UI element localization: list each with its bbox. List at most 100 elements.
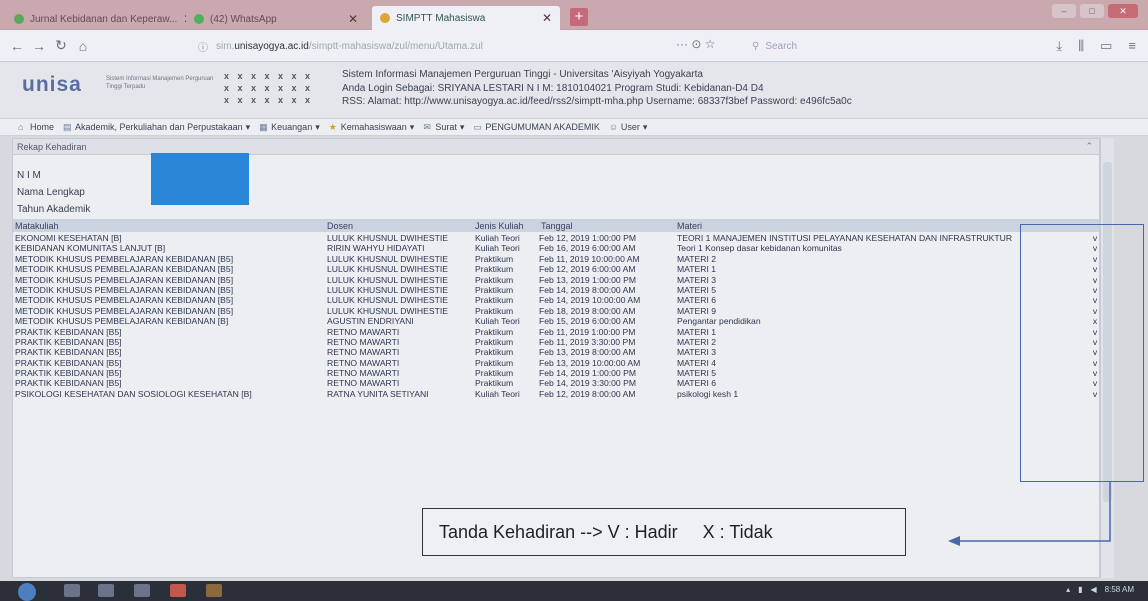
cell-jenis-kuliah: Praktikum: [475, 347, 514, 358]
column-header-matakuliah[interactable]: Matakuliah: [15, 221, 335, 231]
table-row: METODIK KHUSUS PEMBELAJARAN KEBIDANAN [B…: [13, 295, 1099, 305]
browser-tab-simptt[interactable]: SIMPTT Mahasiswa ✕: [372, 6, 560, 30]
url-field[interactable]: ⓘ sim. unisayogya.ac.id /simptt-mahasisw…: [198, 36, 838, 56]
library-icon[interactable]: ⫼: [1078, 38, 1084, 54]
menu-label: PENGUMUMAN AKADEMIK: [485, 122, 600, 132]
cell-matakuliah: METODIK KHUSUS PEMBELAJARAN KEBIDANAN [B…: [15, 295, 234, 306]
forward-icon[interactable]: →: [28, 38, 50, 54]
reload-icon[interactable]: ↻: [50, 37, 72, 54]
clock[interactable]: 8:58 AM: [1105, 585, 1134, 594]
volume-icon[interactable]: ◀: [1090, 585, 1096, 594]
table-row: METODIK KHUSUS PEMBELAJARAN KEBIDANAN [B…: [13, 285, 1099, 295]
leaf-favicon-icon: [14, 14, 24, 24]
menu-icon[interactable]: ≡: [1128, 38, 1136, 54]
collapse-icon[interactable]: ⌃: [1085, 141, 1093, 152]
cell-matakuliah: METODIK KHUSUS PEMBELAJARAN KEBIDANAN [B…: [15, 305, 234, 316]
cell-dosen: LULUK KHUSNUL DWIHESTIE: [327, 233, 448, 243]
cell-jenis-kuliah: Praktikum: [475, 284, 514, 295]
column-header-jenis-kuliah[interactable]: Jenis Kuliah: [475, 221, 545, 231]
tray-up-icon[interactable]: ▴: [1066, 585, 1070, 594]
cell-tanggal: Feb 14, 2019 1:00:00 PM: [539, 368, 636, 379]
cell-tanggal: Feb 15, 2019 6:00:00 AM: [539, 316, 636, 327]
cell-matakuliah: PSIKOLOGI KESEHATAN DAN SOSIOLOGI KESEHA…: [15, 388, 252, 399]
network-icon[interactable]: ▮: [1078, 585, 1082, 594]
close-icon[interactable]: ✕: [542, 11, 552, 25]
url-host: unisayogya.ac.id: [234, 40, 309, 52]
start-button[interactable]: [18, 583, 36, 601]
taskbar-app-icon[interactable]: [134, 584, 150, 597]
browser-tab-strip: Jurnal Kebidanan dan Keperaw... ✕ (42) W…: [0, 0, 1148, 30]
decorative-pattern: x x x x x x xx x x x x x xx x x x x x x: [224, 71, 314, 105]
announce-icon: ▭: [473, 121, 482, 132]
taskbar-app-icon[interactable]: [98, 584, 114, 597]
menu-item-kemahasiswaan[interactable]: ★ Kemahasiswaan ▾: [329, 122, 415, 133]
cell-tanggal: Feb 14, 2019 8:00:00 AM: [539, 284, 636, 295]
search-input[interactable]: ⚲ Search: [752, 36, 952, 56]
cell-dosen: LULUK KHUSNUL DWIHESTIE: [327, 274, 448, 285]
main-menu: ⌂ Home ▤ Akademik, Perkuliahan dan Perpust…: [0, 118, 1148, 136]
search-icon: ⚲: [752, 40, 760, 52]
cell-jenis-kuliah: Praktikum: [475, 368, 514, 379]
menu-item-pengumuman[interactable]: ▭ PENGUMUMAN AKADEMIK: [473, 122, 600, 132]
column-header-tanggal[interactable]: Tanggal: [541, 221, 681, 231]
site-logo[interactable]: unisa: [22, 73, 82, 97]
cell-dosen: LULUK KHUSNUL DWIHESTIE: [327, 295, 448, 306]
download-icon[interactable]: ⤓: [1056, 38, 1062, 54]
menu-item-home[interactable]: ⌂ Home: [18, 122, 54, 132]
cell-dosen: LULUK KHUSNUL DWIHESTIE: [327, 253, 448, 264]
menu-item-keuangan[interactable]: ▦ Keuangan ▾: [259, 122, 320, 133]
toolbar-right: ⤓ ⫼ ▭ ≡: [1056, 38, 1136, 54]
cell-matakuliah: PRAKTIK KEBIDANAN [B5]: [15, 326, 122, 337]
cell-tanggal: Feb 13, 2019 10:00:00 AM: [539, 357, 641, 368]
table-row: METODIK KHUSUS PEMBELAJARAN KEBIDANAN [B…: [13, 306, 1099, 316]
sidebar-icon[interactable]: ▭: [1100, 38, 1112, 54]
cell-tanggal: Feb 12, 2019 6:00:00 AM: [539, 264, 636, 275]
menu-label: Kemahasiswaan: [340, 122, 407, 132]
cell-jenis-kuliah: Kuliah Teori: [475, 316, 520, 327]
cell-matakuliah: KEBIDANAN KOMUNITAS LANJUT [B]: [15, 243, 166, 254]
maximize-icon[interactable]: □: [1080, 4, 1104, 18]
table-row: PRAKTIK KEBIDANAN [B5] RETNO MAWARTI Prakt…: [13, 368, 1099, 378]
menu-item-akademik[interactable]: ▤ Akademik, Perkuliahan dan Perpustakaan ▾: [63, 122, 250, 133]
tab-label: Jurnal Kebidanan dan Keperaw...: [30, 13, 178, 25]
url-path: /simptt-mahasiswa/zul/menu/Utama.zul: [308, 40, 483, 52]
menu-item-user[interactable]: ☺ User ▾: [609, 122, 648, 133]
table-row: PRAKTIK KEBIDANAN [B5] RETNO MAWARTI Prakt…: [13, 337, 1099, 347]
page-actions[interactable]: ··· ⊙ ☆: [676, 37, 715, 51]
cell-jenis-kuliah: Kuliah Teori: [475, 388, 520, 399]
table-row: METODIK KHUSUS PEMBELAJARAN KEBIDANAN [B…: [13, 264, 1099, 274]
taskbar-app-icon[interactable]: [64, 584, 80, 597]
redaction-box: [151, 153, 249, 205]
menu-item-surat[interactable]: ✉ Surat ▾: [423, 122, 464, 133]
table-row: METODIK KHUSUS PEMBELAJARAN KEBIDANAN [B…: [13, 275, 1099, 285]
close-window-icon[interactable]: ✕: [1108, 4, 1138, 18]
cell-jenis-kuliah: Praktikum: [475, 378, 514, 389]
browser-tab-whatsapp[interactable]: (42) WhatsApp ✕: [186, 8, 366, 30]
url-prefix: sim.: [216, 40, 235, 52]
site-header: unisa Sistem Informasi Manajemen Perguru…: [0, 62, 1148, 118]
menu-label: User: [620, 122, 640, 132]
home-icon[interactable]: ⌂: [72, 38, 94, 54]
taskbar-app-icon[interactable]: [170, 584, 186, 597]
home-icon: ⌂: [18, 121, 24, 132]
new-tab-button[interactable]: +: [570, 8, 588, 26]
cell-matakuliah: METODIK KHUSUS PEMBELAJARAN KEBIDANAN [B…: [15, 274, 234, 285]
taskbar-app-icon[interactable]: [206, 584, 222, 597]
browser-tab-jurnal[interactable]: Jurnal Kebidanan dan Keperaw... ✕: [6, 8, 186, 30]
windows-taskbar: ▴ ▮ ◀ 8:58 AM: [0, 581, 1148, 601]
login-info: Anda Login Sebagai: SRIYANA LESTARI N I …: [342, 83, 764, 94]
whatsapp-icon: [194, 14, 204, 24]
info-icon: ⓘ: [198, 42, 208, 54]
chevron-down-icon: ▾: [409, 121, 415, 132]
cell-matakuliah: PRAKTIK KEBIDANAN [B5]: [15, 336, 122, 347]
table-row: PRAKTIK KEBIDANAN [B5] RETNO MAWARTI Prakt…: [13, 347, 1099, 357]
close-icon[interactable]: ✕: [348, 12, 358, 26]
student-info: N I M Nama Lengkap Tahun Akademik: [17, 167, 90, 218]
logo-subtitle: Sistem Informasi Manajemen Perguruan Tin…: [106, 76, 214, 90]
cell-dosen: RETNO MAWARTI: [327, 336, 400, 347]
cell-tanggal: Feb 13, 2019 1:00:00 PM: [539, 274, 636, 285]
column-header-dosen[interactable]: Dosen: [327, 221, 477, 231]
back-icon[interactable]: ←: [6, 38, 28, 54]
cell-tanggal: Feb 11, 2019 3:30:00 PM: [539, 336, 636, 347]
minimize-icon[interactable]: –: [1052, 4, 1076, 18]
